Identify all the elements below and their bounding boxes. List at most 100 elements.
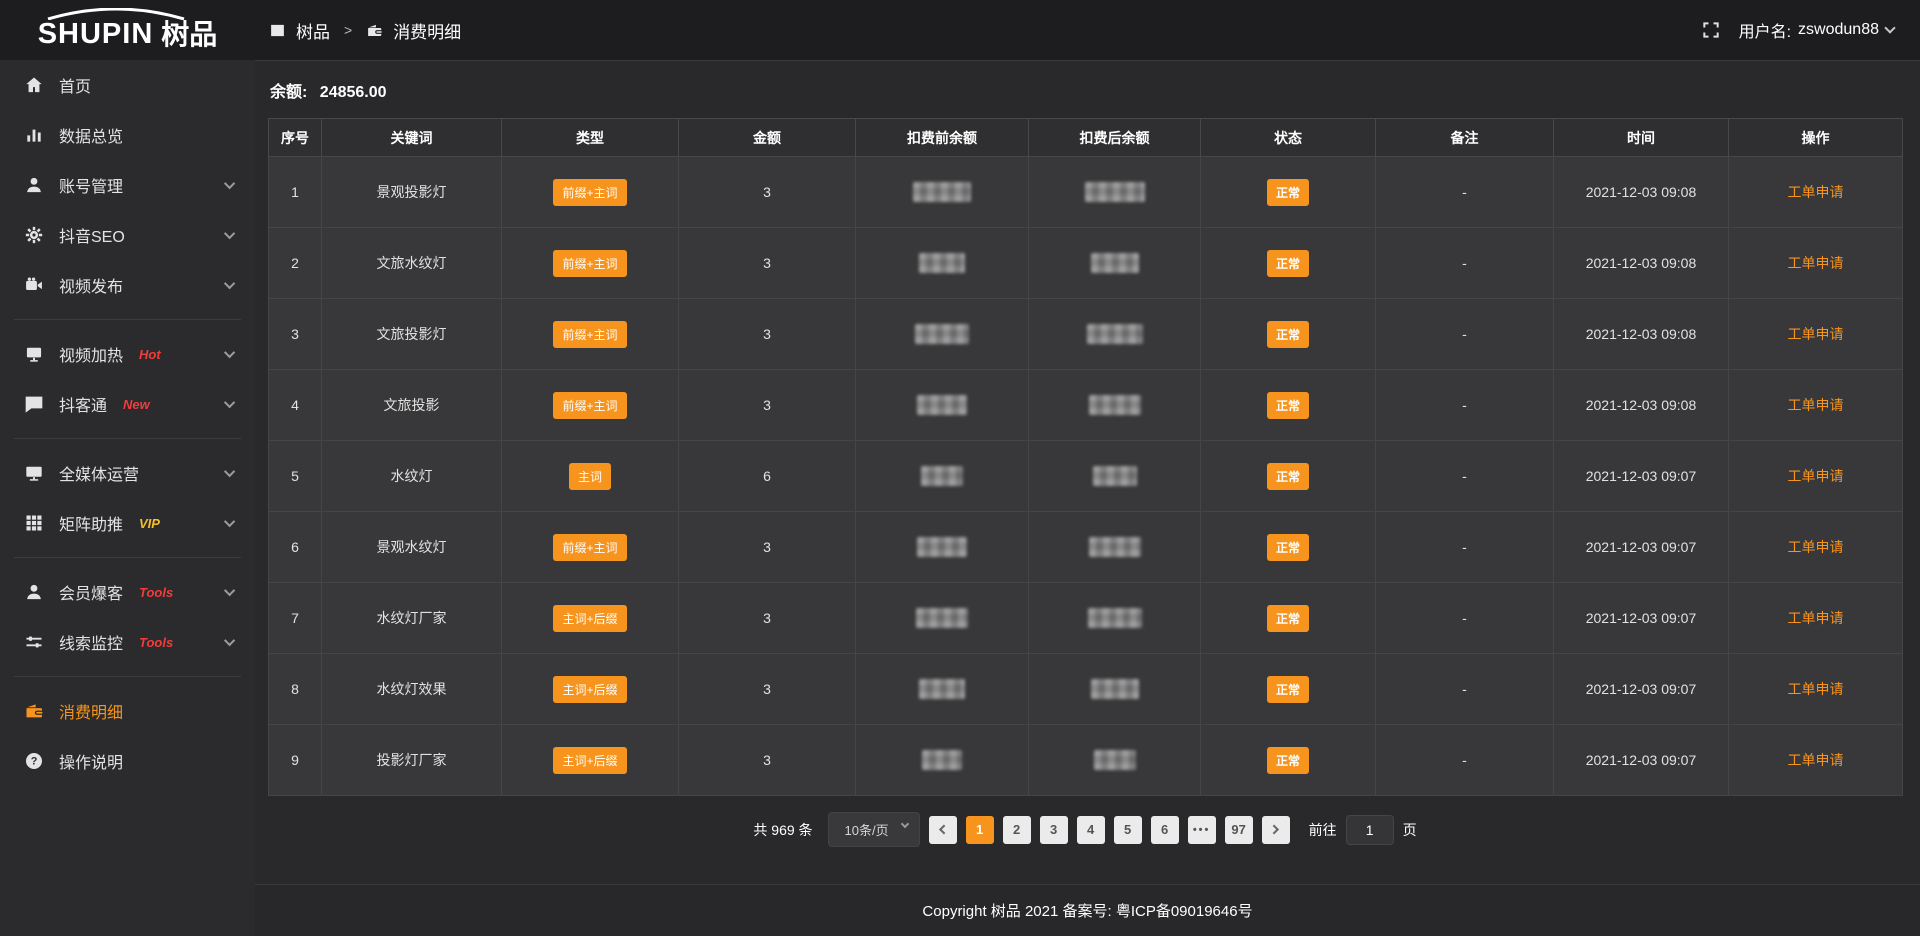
page-button-2[interactable]: 2: [1003, 816, 1031, 844]
screen-icon: [24, 344, 44, 364]
username-label: 用户名:: [1739, 18, 1791, 42]
type-badge-cell: 前缀+主词: [502, 228, 679, 299]
sidebar-item-label: 操作说明: [59, 749, 123, 773]
column-header: 类型: [502, 119, 679, 157]
row-index-cell: 2: [269, 228, 322, 299]
sidebar-item-label: 数据总览: [59, 123, 123, 147]
type-badge: 前缀+主词: [553, 250, 626, 277]
breadcrumb-item-home[interactable]: 树品: [296, 18, 330, 43]
type-badge: 主词: [569, 463, 611, 490]
table-row: 9投影灯厂家主词+后缀3正常-2021-12-03 09:07工单申请: [269, 725, 1903, 796]
page-button-6[interactable]: 6: [1151, 816, 1179, 844]
work-order-link[interactable]: 工单申请: [1788, 468, 1844, 484]
work-order-link[interactable]: 工单申请: [1788, 752, 1844, 768]
post-balance-redacted: [1029, 583, 1201, 654]
page-button-97[interactable]: 97: [1225, 816, 1253, 844]
action-cell: 工单申请: [1729, 370, 1903, 441]
prev-page-button[interactable]: [929, 816, 957, 844]
page-button-3[interactable]: 3: [1040, 816, 1068, 844]
type-badge-cell: 主词+后缀: [502, 654, 679, 725]
goto-page-input[interactable]: [1346, 815, 1394, 845]
status-cell: 正常: [1201, 725, 1376, 796]
post-balance-redacted: [1029, 157, 1201, 228]
type-badge-cell: 主词+后缀: [502, 725, 679, 796]
sidebar-item-10[interactable]: 会员爆客Tools: [0, 567, 255, 617]
work-order-link[interactable]: 工单申请: [1788, 681, 1844, 697]
sidebar-item-3[interactable]: 账号管理: [0, 160, 255, 210]
next-page-button[interactable]: [1262, 816, 1290, 844]
type-badge-cell: 主词+后缀: [502, 583, 679, 654]
remark-cell: -: [1376, 157, 1554, 228]
sidebar-item-13[interactable]: ?操作说明: [0, 736, 255, 786]
column-header: 操作: [1729, 119, 1903, 157]
table-row: 8水纹灯效果主词+后缀3正常-2021-12-03 09:07工单申请: [269, 654, 1903, 725]
user-menu[interactable]: 用户名: zswodun88: [1739, 18, 1894, 42]
action-cell: 工单申请: [1729, 725, 1903, 796]
pre-balance-redacted: [856, 228, 1029, 299]
page-button-5[interactable]: 5: [1114, 816, 1142, 844]
time-cell: 2021-12-03 09:07: [1554, 512, 1729, 583]
chat-icon: [24, 394, 44, 414]
sidebar-item-label: 视频发布: [59, 273, 123, 297]
sidebar-item-12[interactable]: 消费明细: [0, 686, 255, 736]
sidebar-item-5[interactable]: 视频发布: [0, 260, 255, 310]
status-cell: 正常: [1201, 228, 1376, 299]
page-button-1[interactable]: 1: [966, 816, 994, 844]
redacted-value: [1093, 466, 1137, 486]
pre-balance-redacted: [856, 583, 1029, 654]
username-value: zswodun88: [1798, 21, 1879, 39]
grid-icon: [24, 513, 44, 533]
work-order-link[interactable]: 工单申请: [1788, 326, 1844, 342]
amount-cell: 6: [679, 441, 856, 512]
time-cell: 2021-12-03 09:07: [1554, 583, 1729, 654]
status-badge: 正常: [1267, 179, 1309, 206]
chevron-down-icon: [224, 347, 235, 358]
sidebar-item-9[interactable]: 矩阵助推VIP: [0, 498, 255, 548]
redacted-value: [919, 679, 965, 699]
time-cell: 2021-12-03 09:07: [1554, 725, 1729, 796]
page-size-select[interactable]: 10条/页: [828, 812, 920, 847]
row-index-cell: 3: [269, 299, 322, 370]
page-button-4[interactable]: 4: [1077, 816, 1105, 844]
keyword-cell: 投影灯厂家: [322, 725, 502, 796]
fullscreen-icon[interactable]: [1701, 20, 1721, 40]
chevron-right-icon: [1269, 825, 1279, 835]
sidebar-item-1[interactable]: 首页: [0, 60, 255, 110]
breadcrumb-item-current: 消费明细: [393, 18, 461, 43]
redacted-value: [1094, 750, 1136, 770]
chevron-down-icon: [224, 278, 235, 289]
pre-balance-redacted: [856, 654, 1029, 725]
remark-cell: -: [1376, 512, 1554, 583]
work-order-link[interactable]: 工单申请: [1788, 610, 1844, 626]
sidebar-item-2[interactable]: 数据总览: [0, 110, 255, 160]
sidebar-item-badge: Tools: [139, 635, 173, 650]
chevron-down-icon: [224, 397, 235, 408]
type-badge-cell: 前缀+主词: [502, 370, 679, 441]
post-balance-redacted: [1029, 370, 1201, 441]
sidebar-item-8[interactable]: 全媒体运营: [0, 448, 255, 498]
pre-balance-redacted: [856, 725, 1029, 796]
sidebar-item-6[interactable]: 视频加热Hot: [0, 329, 255, 379]
post-balance-redacted: [1029, 725, 1201, 796]
chevron-down-icon: [1884, 22, 1895, 33]
keyword-cell: 景观水纹灯: [322, 512, 502, 583]
work-order-link[interactable]: 工单申请: [1788, 255, 1844, 271]
table-header-row: 序号关键词类型金额扣费前余额扣费后余额状态备注时间操作: [269, 119, 1903, 157]
work-order-link[interactable]: 工单申请: [1788, 397, 1844, 413]
sidebar-item-7[interactable]: 抖客通New: [0, 379, 255, 429]
work-order-link[interactable]: 工单申请: [1788, 539, 1844, 555]
more-pages-button[interactable]: •••: [1188, 816, 1216, 844]
sidebar-item-4[interactable]: 抖音SEO: [0, 210, 255, 260]
amount-cell: 3: [679, 725, 856, 796]
time-cell: 2021-12-03 09:08: [1554, 370, 1729, 441]
user-icon: [24, 582, 44, 602]
table-row: 7水纹灯厂家主词+后缀3正常-2021-12-03 09:07工单申请: [269, 583, 1903, 654]
time-cell: 2021-12-03 09:08: [1554, 299, 1729, 370]
wallet-icon: [24, 701, 44, 721]
video-icon: [24, 275, 44, 295]
sidebar-item-11[interactable]: 线索监控Tools: [0, 617, 255, 667]
chevron-down-icon: [224, 516, 235, 527]
table-row: 6景观水纹灯前缀+主词3正常-2021-12-03 09:07工单申请: [269, 512, 1903, 583]
work-order-link[interactable]: 工单申请: [1788, 184, 1844, 200]
logo-arc: [42, 8, 190, 20]
